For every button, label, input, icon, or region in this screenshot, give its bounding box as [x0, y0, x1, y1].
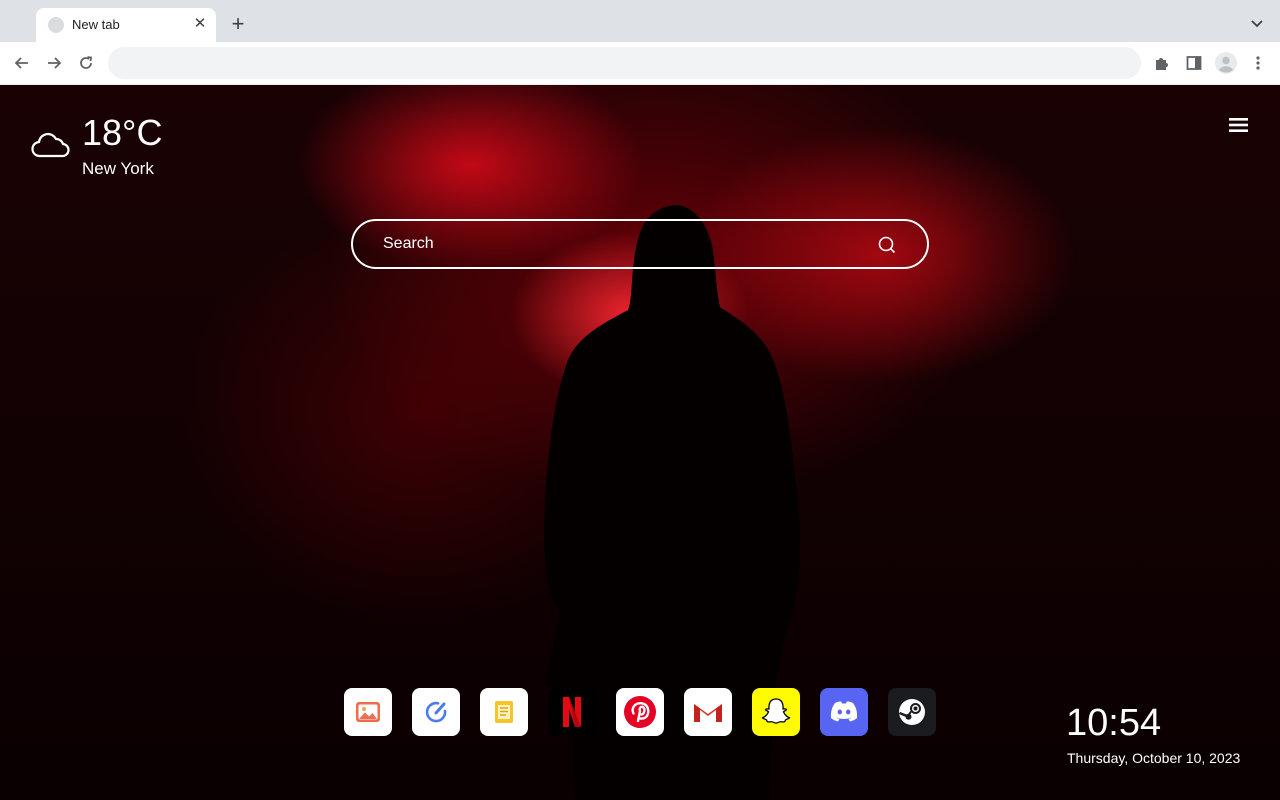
new-tab-page: 18°C New York Search 10:54 Thursday, Oct… — [0, 85, 1280, 800]
search-icon[interactable] — [877, 235, 897, 255]
weather-temperature: 18°C — [82, 112, 163, 153]
tab-favicon-icon — [48, 17, 64, 33]
search-input[interactable] — [383, 233, 863, 255]
pencil-circle-icon — [425, 701, 447, 723]
chevron-down-icon[interactable] — [1248, 14, 1266, 32]
app-edit[interactable] — [412, 688, 460, 736]
forward-arrow-icon[interactable] — [42, 51, 66, 75]
clock-date: Thursday, October 10, 2023 — [1067, 750, 1241, 766]
app-snapchat[interactable] — [752, 688, 800, 736]
back-arrow-icon[interactable] — [10, 51, 34, 75]
tab-new-tab[interactable]: New tab ✕ — [36, 8, 216, 42]
note-icon — [495, 701, 513, 723]
more-vert-icon[interactable] — [1246, 51, 1270, 75]
tab-title: New tab — [72, 17, 120, 32]
weather-city: New York — [82, 159, 154, 178]
reload-icon[interactable] — [74, 51, 98, 75]
plus-icon[interactable]: + — [226, 12, 250, 36]
browser-toolbar — [0, 42, 1280, 85]
clock-time: 10:54 — [1066, 702, 1162, 744]
tab-strip: New tab ✕ + — [0, 0, 1280, 42]
hamburger-menu-icon[interactable] — [1228, 115, 1250, 135]
app-netflix[interactable] — [548, 688, 596, 736]
app-pinterest[interactable] — [616, 688, 664, 736]
close-icon[interactable]: ✕ — [192, 16, 208, 32]
snapchat-icon — [761, 698, 791, 724]
image-icon — [356, 702, 380, 722]
side-panel-icon[interactable] — [1182, 51, 1206, 75]
app-discord[interactable] — [820, 688, 868, 736]
app-steam[interactable] — [888, 688, 936, 736]
search-box — [351, 219, 929, 269]
app-notes[interactable] — [480, 688, 528, 736]
discord-icon — [830, 701, 858, 722]
app-gmail[interactable] — [684, 688, 732, 736]
netflix-icon — [563, 697, 581, 727]
cloud-icon — [31, 132, 70, 158]
address-bar[interactable] — [108, 47, 1141, 79]
app-dock — [344, 688, 936, 736]
steam-icon — [899, 699, 925, 725]
gmail-icon — [694, 704, 722, 722]
pinterest-icon — [624, 696, 656, 728]
profile-avatar-icon[interactable] — [1214, 51, 1238, 75]
extensions-puzzle-icon[interactable] — [1150, 51, 1174, 75]
app-photos[interactable] — [344, 688, 392, 736]
